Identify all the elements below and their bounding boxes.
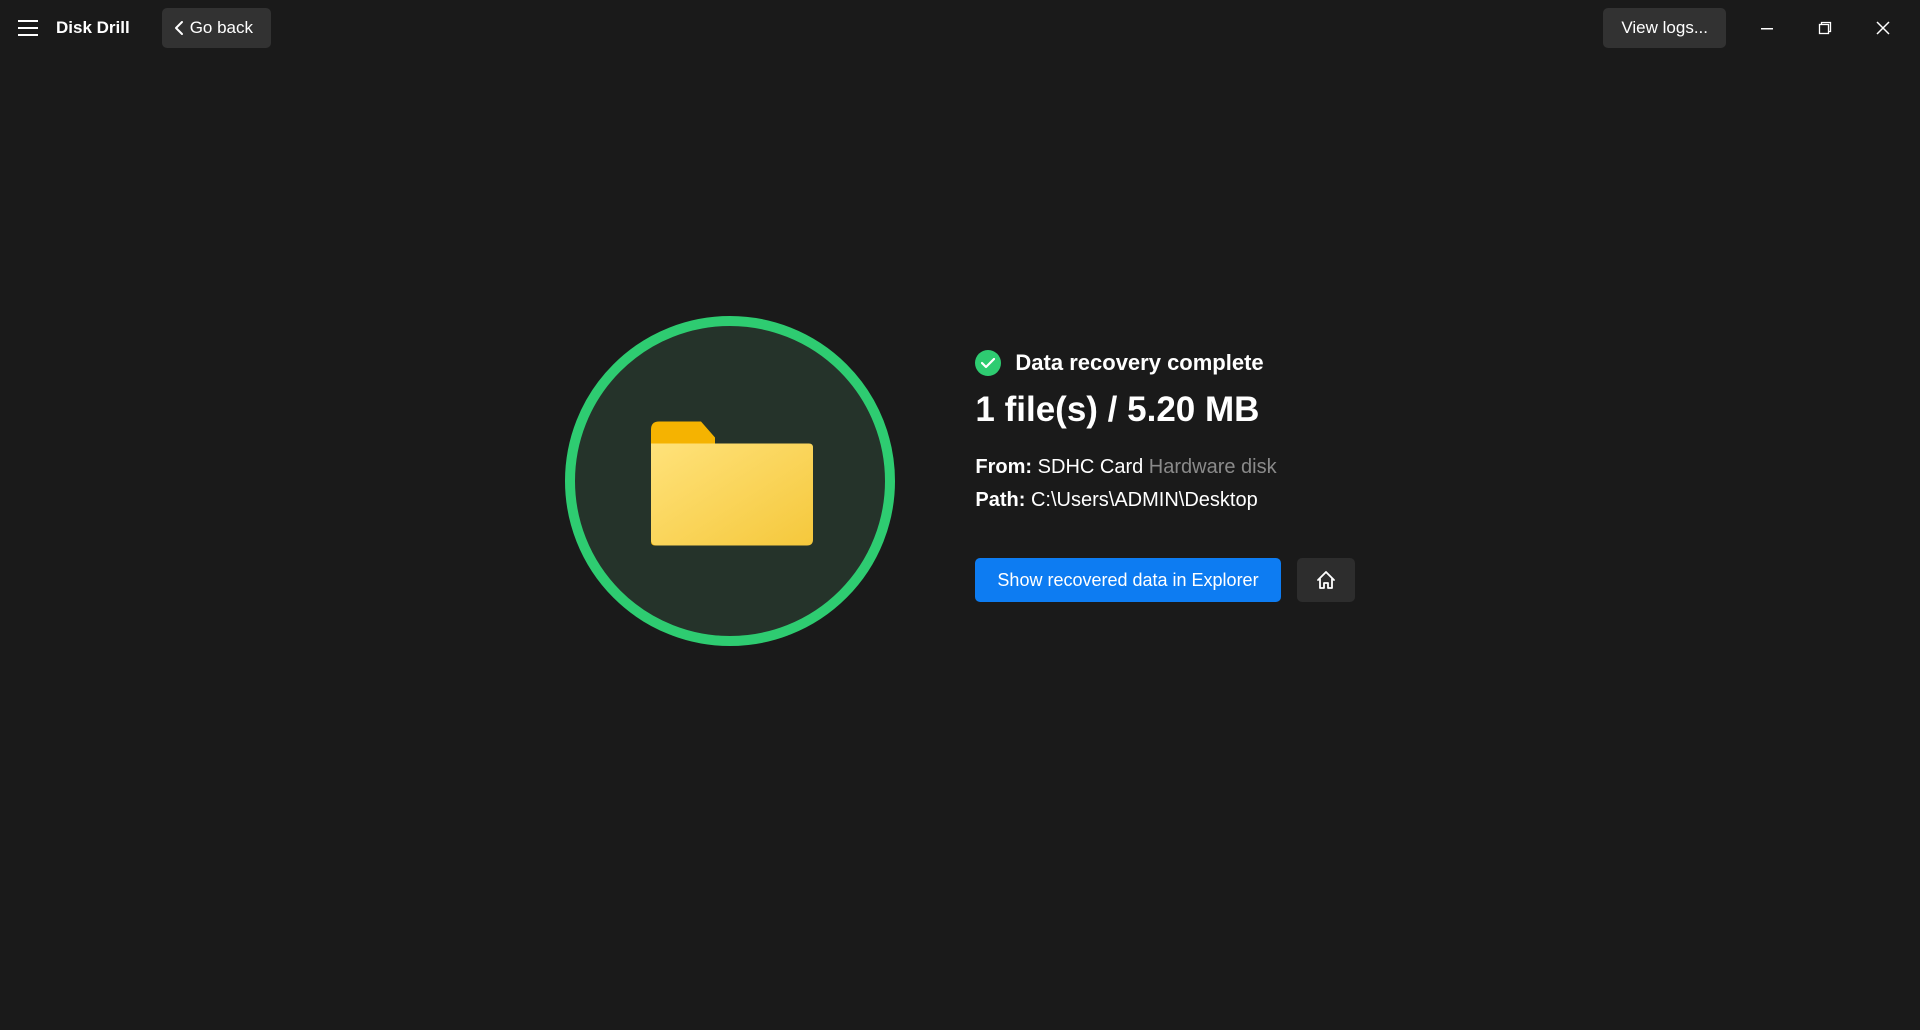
from-value: SDHC Card	[1038, 456, 1144, 478]
status-row: Data recovery complete	[975, 350, 1354, 376]
recovery-illustration	[565, 316, 895, 646]
titlebar: Disk Drill Go back View logs...	[0, 0, 1920, 56]
home-icon	[1315, 569, 1337, 591]
minimize-icon	[1760, 21, 1774, 35]
maximize-button[interactable]	[1796, 8, 1854, 48]
close-button[interactable]	[1854, 8, 1912, 48]
go-back-button[interactable]: Go back	[162, 8, 271, 48]
recovery-info: Data recovery complete 1 file(s) / 5.20 …	[975, 316, 1354, 602]
minimize-button[interactable]	[1738, 8, 1796, 48]
view-logs-button[interactable]: View logs...	[1603, 8, 1726, 48]
from-row: From: SDHC Card Hardware disk	[975, 456, 1354, 479]
app-title: Disk Drill	[52, 18, 140, 38]
window-controls	[1738, 8, 1912, 48]
path-label: Path:	[975, 489, 1025, 511]
menu-button[interactable]	[8, 8, 48, 48]
go-back-label: Go back	[190, 18, 253, 38]
path-row: Path: C:\Users\ADMIN\Desktop	[975, 489, 1354, 512]
show-in-explorer-button[interactable]: Show recovered data in Explorer	[975, 558, 1280, 602]
path-value: C:\Users\ADMIN\Desktop	[1031, 489, 1258, 511]
hamburger-icon	[18, 20, 38, 36]
recovery-summary: 1 file(s) / 5.20 MB	[975, 390, 1354, 430]
status-text: Data recovery complete	[1015, 350, 1263, 376]
maximize-icon	[1818, 21, 1832, 35]
from-suffix: Hardware disk	[1149, 456, 1277, 478]
close-icon	[1876, 21, 1890, 35]
check-circle-icon	[975, 350, 1001, 376]
action-row: Show recovered data in Explorer	[975, 558, 1354, 602]
folder-icon	[645, 414, 815, 549]
from-label: From:	[975, 456, 1032, 478]
main-content: Data recovery complete 1 file(s) / 5.20 …	[0, 56, 1920, 646]
home-button[interactable]	[1297, 558, 1355, 602]
chevron-left-icon	[174, 20, 184, 36]
